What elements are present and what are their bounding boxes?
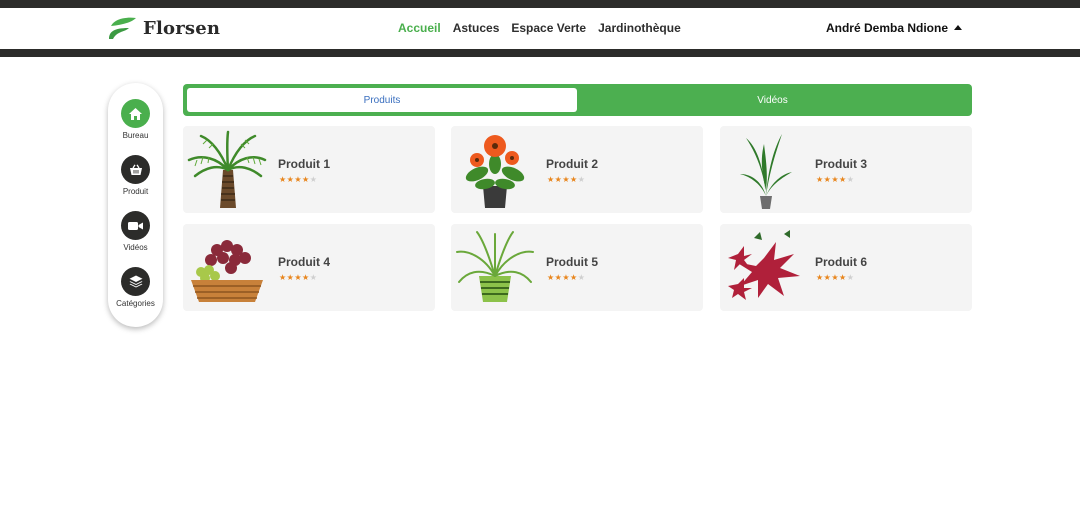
rating-stars: ★★★★★ xyxy=(279,175,318,184)
product-card[interactable]: Produit 2 ★★★★★ xyxy=(451,126,703,213)
sidebar-item-label: Produit xyxy=(122,187,149,196)
user-menu[interactable]: André Demba Ndione xyxy=(826,21,962,35)
user-name: André Demba Ndione xyxy=(825,21,948,35)
tab-videos[interactable]: Vidéos xyxy=(577,88,968,112)
brand-logo[interactable]: Florsen xyxy=(107,16,220,40)
dracaena-plant-image xyxy=(740,134,792,209)
video-camera-icon xyxy=(121,211,150,240)
home-icon xyxy=(121,99,150,128)
product-name: Produit 6 xyxy=(815,255,868,269)
sidebar-item-label: Vidéos xyxy=(123,243,148,252)
palm-tree-image xyxy=(187,130,267,208)
sidebar-item-label: Catégories xyxy=(116,299,155,308)
product-card[interactable]: Produit 4 ★★★★★ xyxy=(183,224,435,311)
nav-item-jardinotheque[interactable]: Jardinothèque xyxy=(598,21,681,35)
red-hibiscus-image xyxy=(728,230,800,300)
content-tabs: Produits Vidéos xyxy=(183,84,972,116)
sidebar-item-bureau[interactable]: Bureau xyxy=(108,99,163,140)
nav-item-espace-verte[interactable]: Espace Verte xyxy=(511,21,586,35)
layers-icon xyxy=(121,267,150,296)
basket-icon xyxy=(121,155,150,184)
caret-up-icon xyxy=(954,24,962,30)
product-card[interactable]: Produit 5 ★★★★★ xyxy=(451,224,703,311)
sidebar-item-categories[interactable]: Catégories xyxy=(108,267,163,308)
nav-item-astuces[interactable]: Astuces xyxy=(453,21,500,35)
grape-basket-image xyxy=(191,240,263,302)
brand-name: Florsen xyxy=(143,17,221,39)
tab-produits[interactable]: Produits xyxy=(187,88,577,112)
nav-item-accueil[interactable]: Accueil xyxy=(398,21,441,35)
sidebar: Bureau Produit Vidéos Catégories xyxy=(108,83,163,327)
rating-stars: ★★★★★ xyxy=(279,273,318,282)
main-nav: Accueil Astuces Espace Verte Jardinothèq… xyxy=(398,21,681,35)
product-card[interactable]: Produit 6 ★★★★★ xyxy=(720,224,972,311)
product-name: Produit 2 xyxy=(546,157,599,171)
sidebar-item-videos[interactable]: Vidéos xyxy=(108,211,163,252)
rating-stars: ★★★★★ xyxy=(547,175,586,184)
product-name: Produit 3 xyxy=(815,157,868,171)
product-name: Produit 5 xyxy=(546,255,599,269)
product-name: Produit 4 xyxy=(278,255,331,269)
rating-stars: ★★★★★ xyxy=(816,273,855,282)
spider-plant-image xyxy=(456,231,534,302)
product-name: Produit 1 xyxy=(278,157,331,171)
rating-stars: ★★★★★ xyxy=(547,273,586,282)
orange-flower-pot-image xyxy=(465,135,525,208)
rating-stars: ★★★★★ xyxy=(816,175,855,184)
product-card[interactable]: Produit 1 ★★★★★ xyxy=(183,126,435,213)
sidebar-item-label: Bureau xyxy=(122,131,149,140)
leaf-logo-icon xyxy=(109,17,136,39)
product-card[interactable]: Produit 3 ★★★★★ xyxy=(720,126,972,213)
sidebar-item-produit[interactable]: Produit xyxy=(108,155,163,196)
